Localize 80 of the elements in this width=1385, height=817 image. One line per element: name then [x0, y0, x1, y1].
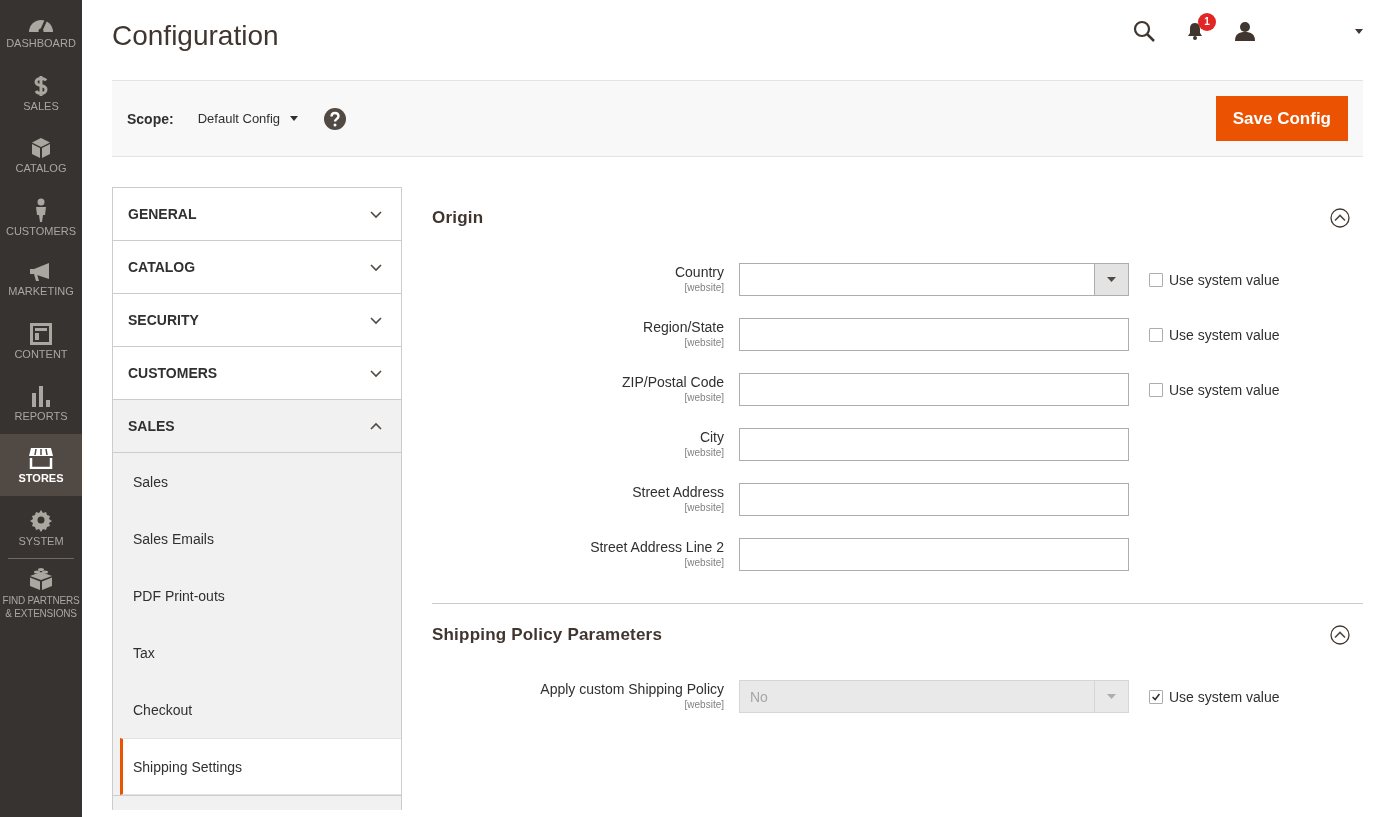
menu-item[interactable]: SALES: [0, 62, 82, 124]
dollar-icon: [33, 74, 49, 97]
menu-label: REPORTS: [14, 409, 68, 422]
field-label: ZIP/Postal Code: [622, 373, 724, 391]
save-config-button[interactable]: Save Config: [1215, 96, 1348, 141]
config-subtab[interactable]: Tax: [113, 624, 401, 681]
scope-note: [website]: [684, 698, 724, 711]
section-title: Shipping Policy Parameters: [432, 625, 663, 645]
menu-item[interactable]: CATALOG: [0, 124, 82, 186]
config-subtab[interactable]: Shipping Settings: [120, 738, 401, 795]
scope-note: [website]: [684, 336, 724, 349]
config-tab[interactable]: SECURITY: [112, 294, 402, 347]
scope-dropdown[interactable]: Default Config: [197, 111, 299, 126]
section-title: Origin: [432, 208, 484, 228]
bricks-icon: [29, 566, 53, 591]
menu-item[interactable]: DASHBOARD: [0, 0, 82, 62]
collapse-icon[interactable]: [1330, 625, 1350, 645]
menu-item[interactable]: REPORTS: [0, 372, 82, 434]
menu-label: MARKETING: [8, 284, 74, 297]
checkbox[interactable]: [1149, 272, 1163, 287]
caret-icon: [290, 116, 299, 121]
caret-icon: [1107, 277, 1116, 282]
caret-icon: [1107, 694, 1116, 699]
field-label: Street Address: [632, 483, 724, 501]
config-subtab[interactable]: Sales: [113, 453, 401, 510]
search-icon[interactable]: [1133, 20, 1155, 42]
checkbox-label: Use system value: [1169, 688, 1280, 705]
checkbox[interactable]: [1149, 382, 1163, 397]
menu-label: SALES: [23, 99, 59, 112]
menu-label: CUSTOMERS: [5, 224, 77, 237]
field-label: Country: [674, 263, 724, 281]
scope-note: [website]: [684, 556, 724, 569]
help-icon[interactable]: [324, 107, 347, 130]
field-label: Apply custom Shipping Policy: [540, 680, 724, 698]
field-label: Region/State: [643, 318, 724, 336]
config-tab[interactable]: CUSTOMERS: [112, 347, 402, 400]
text-field[interactable]: [739, 318, 1129, 351]
scope-note: [website]: [684, 446, 724, 459]
box-icon: [31, 136, 51, 159]
menu-item[interactable]: MARKETING: [0, 248, 82, 310]
menu-item[interactable]: STORES: [0, 434, 82, 496]
config-subtab[interactable]: PDF Print-outs: [113, 567, 401, 624]
checkbox[interactable]: [1149, 327, 1163, 342]
field-label: Street Address Line 2: [590, 538, 724, 556]
menu-label: SYSTEM: [18, 534, 64, 547]
person-icon: [35, 197, 47, 222]
checkbox-label: Use system value: [1169, 326, 1280, 343]
menu-label: CONTENT: [14, 347, 68, 360]
menu-item[interactable]: CONTENT: [0, 310, 82, 372]
scope-note: [website]: [684, 391, 724, 404]
scope-label: Scope:: [127, 110, 174, 127]
select-field[interactable]: [739, 263, 1129, 296]
bell-icon[interactable]: [1187, 22, 1203, 40]
collapse-icon[interactable]: [1330, 208, 1350, 228]
config-subtab[interactable]: Checkout: [113, 681, 401, 738]
checkbox-label: Use system value: [1169, 271, 1280, 288]
bar-chart-icon: [31, 384, 51, 407]
menu-label: STORES: [18, 471, 64, 484]
text-field[interactable]: [739, 538, 1129, 571]
field-label: City: [699, 428, 724, 446]
config-subtab[interactable]: Sales Emails: [113, 510, 401, 567]
config-tab[interactable]: CATALOG: [112, 241, 402, 294]
layout-icon: [30, 322, 52, 345]
notification-badge: 1: [1198, 13, 1216, 31]
text-field[interactable]: [739, 373, 1129, 406]
menu-label: FIND PARTNERS & EXTENSIONS: [1, 593, 81, 620]
config-tab[interactable]: GENERAL: [112, 187, 402, 241]
menu-label: DASHBOARD: [6, 36, 76, 49]
menu-item[interactable]: CUSTOMERS: [0, 186, 82, 248]
menu-label: CATALOG: [15, 161, 67, 174]
page-title: Configuration: [112, 20, 279, 53]
text-field[interactable]: [739, 428, 1129, 461]
caret-icon[interactable]: [1355, 28, 1363, 34]
scope-note: [website]: [684, 501, 724, 514]
user-icon[interactable]: [1235, 21, 1255, 41]
menu-item[interactable]: SYSTEM: [0, 496, 82, 558]
checkbox-label: Use system value: [1169, 381, 1280, 398]
scope-note: [website]: [684, 281, 724, 294]
storefront-icon: [28, 446, 54, 469]
text-field[interactable]: [739, 483, 1129, 516]
